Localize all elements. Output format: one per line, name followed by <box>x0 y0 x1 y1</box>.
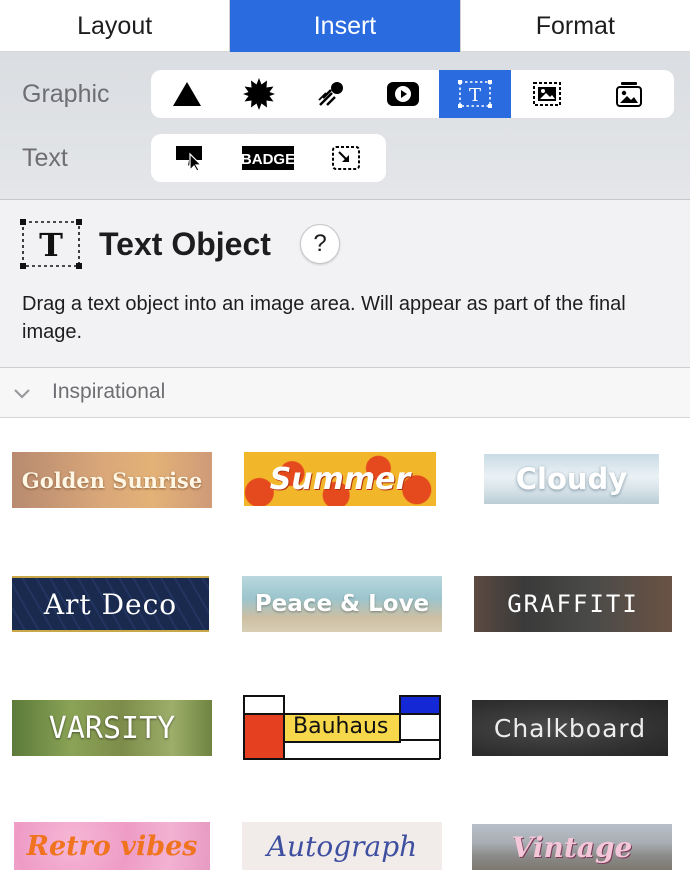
svg-text:T: T <box>469 85 481 106</box>
play-video-icon <box>387 82 419 106</box>
starburst-button[interactable] <box>223 70 295 118</box>
image-frame-icon <box>533 82 561 106</box>
style-label: Art Deco <box>43 587 178 621</box>
triangle-shape-icon <box>173 82 201 106</box>
style-chalkboard[interactable]: Chalkboard <box>472 700 668 756</box>
comet-icon <box>318 82 343 106</box>
panel-description: Drag a text object into an image area. W… <box>22 293 626 343</box>
text-object-info: T Text Object ? Drag a text object into … <box>0 200 690 368</box>
style-label: Autograph <box>266 829 418 863</box>
style-bauhaus[interactable]: Bauhaus <box>243 695 441 761</box>
text-object-icon-glyph: T <box>39 226 63 264</box>
section-label: Inspirational <box>52 380 166 403</box>
style-label: Chalkboard <box>493 713 647 743</box>
text-object-icon: T <box>458 80 492 108</box>
style-cloudy[interactable]: Cloudy <box>484 454 659 504</box>
photo-stack-icon <box>615 82 642 107</box>
graphic-segmented-control: T <box>151 70 674 118</box>
badge-icon: BADGE <box>242 146 294 170</box>
text-object-icon: T <box>20 219 82 269</box>
style-label: Cloudy <box>515 462 628 496</box>
shape-button[interactable] <box>151 70 223 118</box>
resize-box-button[interactable] <box>307 134 385 182</box>
style-golden-sunrise[interactable]: Golden Sunrise <box>12 452 212 508</box>
comet-button[interactable] <box>295 70 367 118</box>
tab-layout[interactable]: Layout <box>0 0 229 52</box>
help-button[interactable]: ? <box>300 224 340 264</box>
chevron-down-icon <box>14 389 30 399</box>
style-peace-and-love[interactable]: Peace & Love <box>242 576 442 632</box>
style-label: Summer <box>269 461 411 497</box>
style-label: Peace & Love <box>254 591 430 617</box>
resize-box-icon <box>332 146 360 170</box>
style-summer[interactable]: Summer <box>244 452 436 506</box>
badge-button[interactable]: BADGE <box>229 134 307 182</box>
badge-icon-text: BADGE <box>242 151 294 168</box>
image-frame-button[interactable] <box>511 70 583 118</box>
inspirational-section-header[interactable]: Inspirational <box>0 368 690 418</box>
tab-bar: Layout Insert Format <box>0 0 690 52</box>
callout-pointer-icon <box>176 146 203 172</box>
style-retro-vibes[interactable]: Retro vibes <box>14 822 210 870</box>
tab-format[interactable]: Format <box>459 0 690 52</box>
graphic-row-label: Graphic <box>22 80 110 108</box>
style-graffiti[interactable]: GRAFFITI <box>474 576 672 632</box>
style-varsity[interactable]: VARSITY <box>12 700 212 756</box>
style-label: Golden Sunrise <box>21 467 203 493</box>
style-autograph[interactable]: Autograph <box>242 822 442 870</box>
style-label: VARSITY <box>48 710 176 746</box>
style-label: Vintage <box>511 830 633 864</box>
text-segmented-control: BADGE <box>151 134 386 182</box>
style-label: Bauhaus <box>293 714 389 739</box>
insert-toolbar: Graphic Text T BADGE <box>0 52 690 200</box>
tab-insert[interactable]: Insert <box>229 0 460 52</box>
photo-stack-button[interactable] <box>583 70 674 118</box>
style-vintage[interactable]: Vintage <box>472 824 672 870</box>
text-object-button[interactable]: T <box>439 70 511 118</box>
callout-button[interactable] <box>151 134 229 182</box>
style-label: GRAFFITI <box>507 590 639 618</box>
starburst-icon <box>243 78 275 110</box>
style-label: Retro vibes <box>26 830 198 862</box>
panel-title: Text Object <box>99 226 271 262</box>
style-art-deco[interactable]: Art Deco <box>12 576 209 632</box>
video-button[interactable] <box>367 70 439 118</box>
text-row-label: Text <box>22 144 68 172</box>
